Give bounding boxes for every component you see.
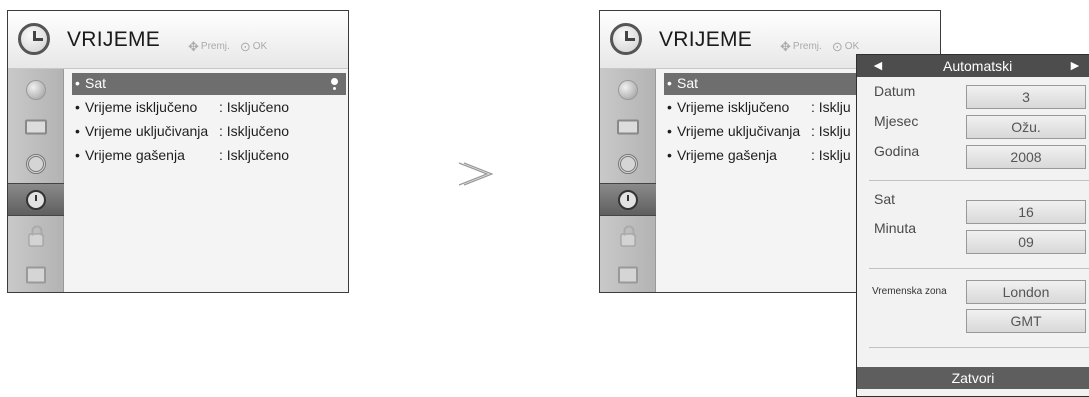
hour-field[interactable]: 16: [966, 200, 1086, 224]
arrow-left-icon[interactable]: ◄: [871, 57, 885, 73]
month-label: Mjesec: [874, 113, 919, 129]
arrow-right-icon[interactable]: ►: [1068, 57, 1082, 73]
menu-item-value: : Isključeno: [219, 99, 290, 115]
lock-icon: [620, 225, 636, 247]
menu-item-sleep-time[interactable]: • Vrijeme gašenja : Isključeno: [72, 145, 346, 167]
menu-header: VRIJEME ✥ Premj. ⊙ OK: [8, 11, 348, 69]
minute-field[interactable]: 09: [966, 230, 1086, 254]
picture-icon: [26, 79, 46, 100]
ok-hint-label: OK: [844, 41, 860, 52]
menu-item-value: : Isklju: [811, 147, 851, 163]
timezone-label: Vremenska zona: [872, 286, 947, 297]
menu-item-value: : Isključeno: [219, 147, 290, 163]
navigation-hint: ✥ Premj. ⊙ OK: [188, 39, 267, 55]
divider: [869, 180, 1089, 181]
sidebar-item-option[interactable]: [14, 258, 58, 291]
menu-item-on-time[interactable]: • Vrijeme uključivanja : Isključeno: [72, 121, 346, 143]
menu-item-sat[interactable]: • Sat: [72, 73, 346, 95]
navigation-hint: ✥ Premj. ⊙ OK: [780, 39, 859, 55]
sidebar-item-audio[interactable]: [606, 147, 650, 180]
divider: [869, 347, 1089, 348]
clock-settings-popup: ◄ Automatski ► Datum 3 Mjesec Ožu. Godin…: [856, 54, 1089, 397]
time-menu-before: VRIJEME ✥ Premj. ⊙ OK • Sat • Vrijeme isključ…: [7, 10, 349, 293]
menu-item-value: : Isklju: [811, 99, 851, 115]
mode-value: Automatski: [943, 58, 1013, 74]
sidebar-item-screen[interactable]: [606, 110, 650, 143]
clock-icon: [610, 23, 642, 55]
screen-icon: [617, 119, 639, 134]
clock-icon: [26, 189, 46, 210]
sidebar-item-audio[interactable]: [14, 147, 58, 180]
date-label: Datum: [874, 83, 916, 99]
date-field[interactable]: 3: [966, 85, 1086, 109]
menu-title: VRIJEME: [659, 28, 753, 51]
menu-item-value: : Isklju: [811, 123, 851, 139]
hour-label: Sat: [874, 191, 896, 207]
year-field[interactable]: 2008: [966, 145, 1086, 169]
menu-item-label: Vrijeme uključivanja: [85, 123, 209, 139]
category-sidebar: [600, 69, 656, 292]
menu-item-value: : Isključeno: [219, 123, 290, 139]
move-arrows-icon: ✥: [780, 39, 791, 54]
menu-item-label: Vrijeme uključivanja: [677, 123, 801, 139]
sidebar-item-time[interactable]: [600, 183, 656, 216]
move-hint-label: Premj.: [792, 41, 822, 52]
audio-icon: [26, 153, 46, 174]
sidebar-item-screen[interactable]: [14, 110, 58, 143]
sidebar-item-picture[interactable]: [606, 73, 650, 106]
menu-item-off-time[interactable]: • Vrijeme isključeno : Isključeno: [72, 97, 346, 119]
category-sidebar: [8, 69, 64, 292]
ok-button-icon: ⊙: [239, 39, 251, 54]
selection-marker-icon: [331, 78, 338, 85]
picture-icon: [618, 79, 638, 100]
month-field[interactable]: Ožu.: [966, 115, 1086, 139]
move-hint-label: Premj.: [200, 41, 230, 52]
sidebar-item-lock[interactable]: [606, 221, 650, 254]
chevron-right-icon: [458, 162, 493, 186]
menu-item-label: Sat: [677, 75, 699, 91]
mode-selector[interactable]: ◄ Automatski ►: [857, 55, 1089, 77]
option-icon: [26, 266, 46, 283]
gmt-field[interactable]: GMT: [966, 309, 1086, 333]
clock-icon: [18, 23, 50, 55]
sidebar-item-time[interactable]: [8, 183, 64, 216]
menu-item-label: Vrijeme isključeno: [677, 99, 790, 115]
menu-item-label: Vrijeme isključeno: [85, 99, 198, 115]
audio-icon: [618, 153, 638, 174]
menu-item-label: Vrijeme gašenja: [677, 147, 777, 163]
year-label: Godina: [874, 143, 920, 159]
ok-button-icon: ⊙: [831, 39, 843, 54]
option-icon: [618, 266, 638, 283]
move-arrows-icon: ✥: [188, 39, 199, 54]
timezone-field[interactable]: London: [966, 280, 1086, 304]
screen-icon: [25, 119, 47, 134]
lock-icon: [28, 225, 44, 247]
close-button[interactable]: Zatvori: [857, 367, 1089, 389]
menu-item-label: Vrijeme gašenja: [85, 147, 185, 163]
ok-hint-label: OK: [252, 41, 268, 52]
sidebar-item-lock[interactable]: [14, 221, 58, 254]
divider: [869, 268, 1089, 269]
sidebar-item-option[interactable]: [606, 258, 650, 291]
minute-label: Minuta: [874, 220, 917, 236]
clock-icon: [618, 189, 638, 210]
menu-title: VRIJEME: [67, 28, 161, 51]
sidebar-item-picture[interactable]: [14, 73, 58, 106]
menu-item-label: Sat: [85, 75, 107, 91]
